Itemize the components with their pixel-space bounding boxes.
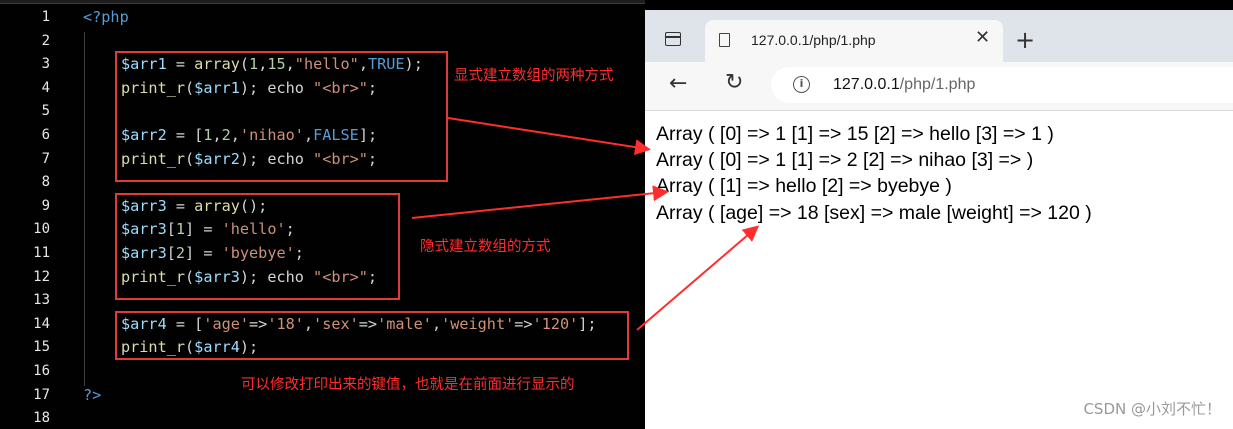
highlight-box-implicit [115, 193, 400, 300]
tab-title: 127.0.0.1/php/1.php [751, 32, 876, 48]
line-number: 18 [33, 410, 50, 427]
annotation-explicit: 显式建立数组的两种方式 [454, 68, 614, 84]
page-content: Array ( [0] => 1 [1] => 15 [2] => hello … [645, 111, 1233, 429]
line-number: 4 [41, 79, 50, 96]
browser-window: 127.0.0.1/php/1.php ✕ + ← ↻ i 127.0.0.1/… [645, 10, 1233, 429]
code-line[interactable]: <?php [83, 6, 129, 30]
highlight-box-assoc [115, 311, 629, 360]
code-token: <?php [83, 8, 129, 26]
line-number: 3 [41, 56, 50, 73]
line-number: 2 [41, 32, 50, 49]
line-number: 12 [33, 268, 50, 285]
line-number: 16 [33, 363, 50, 379]
line-number: 11 [33, 245, 50, 261]
line-number: 17 [33, 386, 50, 403]
line-number: 10 [33, 221, 50, 238]
output-line: Array ( [age] => 18 [sex] => male [weigh… [656, 201, 1092, 224]
output-line: Array ( [0] => 1 [1] => 15 [2] => hello … [656, 123, 1054, 145]
highlight-box-explicit [115, 51, 448, 182]
code-editor[interactable]: 1 2 3 4 5 6 7 8 9 10 11 12 13 14 15 16 17 18 <?php $arr1 =… [0, 0, 645, 429]
output-line: Array ( [0] => 1 [1] => 2 [2] => nihao [… [656, 149, 1034, 172]
line-number: 15 [33, 339, 50, 356]
annotation-modify-keys: 可以修改打印出来的键值，也就是在前面进行显示的 [241, 377, 575, 393]
indent-guide [84, 32, 85, 386]
line-number: 9 [41, 197, 50, 214]
code-line[interactable]: ?> [83, 384, 101, 408]
line-number: 8 [41, 174, 50, 191]
editor-tab-strip [0, 0, 645, 4]
address-bar[interactable]: i 127.0.0.1/php/1.php [771, 67, 1233, 103]
line-number: 7 [41, 150, 50, 167]
site-info-icon[interactable]: i [793, 76, 810, 93]
line-number: 1 [41, 9, 50, 25]
page-icon [719, 33, 730, 47]
reload-button[interactable]: ↻ [725, 71, 743, 95]
line-number: 14 [33, 315, 50, 332]
url-path: /php/1.php [899, 76, 976, 93]
url-text[interactable]: 127.0.0.1/php/1.php [833, 76, 975, 94]
browser-toolbar: ← ↻ i 127.0.0.1/php/1.php [645, 62, 1233, 111]
close-tab-icon[interactable]: ✕ [975, 29, 990, 47]
browser-tab[interactable]: 127.0.0.1/php/1.php ✕ [705, 20, 1003, 62]
line-number: 13 [33, 292, 50, 309]
code-token: ?> [83, 385, 102, 404]
output-line: Array ( [1] => hello [2] => byebye ) [656, 175, 952, 198]
url-host: 127.0.0.1 [833, 76, 900, 93]
watermark: CSDN @小刘不忙！ [1083, 400, 1221, 418]
line-number: 6 [41, 127, 50, 143]
back-button[interactable]: ← [669, 72, 687, 96]
new-tab-button[interactable]: + [1015, 28, 1035, 52]
sidebar-toggle-icon[interactable] [665, 32, 681, 46]
browser-tab-strip: 127.0.0.1/php/1.php ✕ + [645, 10, 1233, 62]
annotation-implicit: 隐式建立数组的方式 [420, 239, 551, 255]
line-number: 5 [41, 103, 50, 120]
